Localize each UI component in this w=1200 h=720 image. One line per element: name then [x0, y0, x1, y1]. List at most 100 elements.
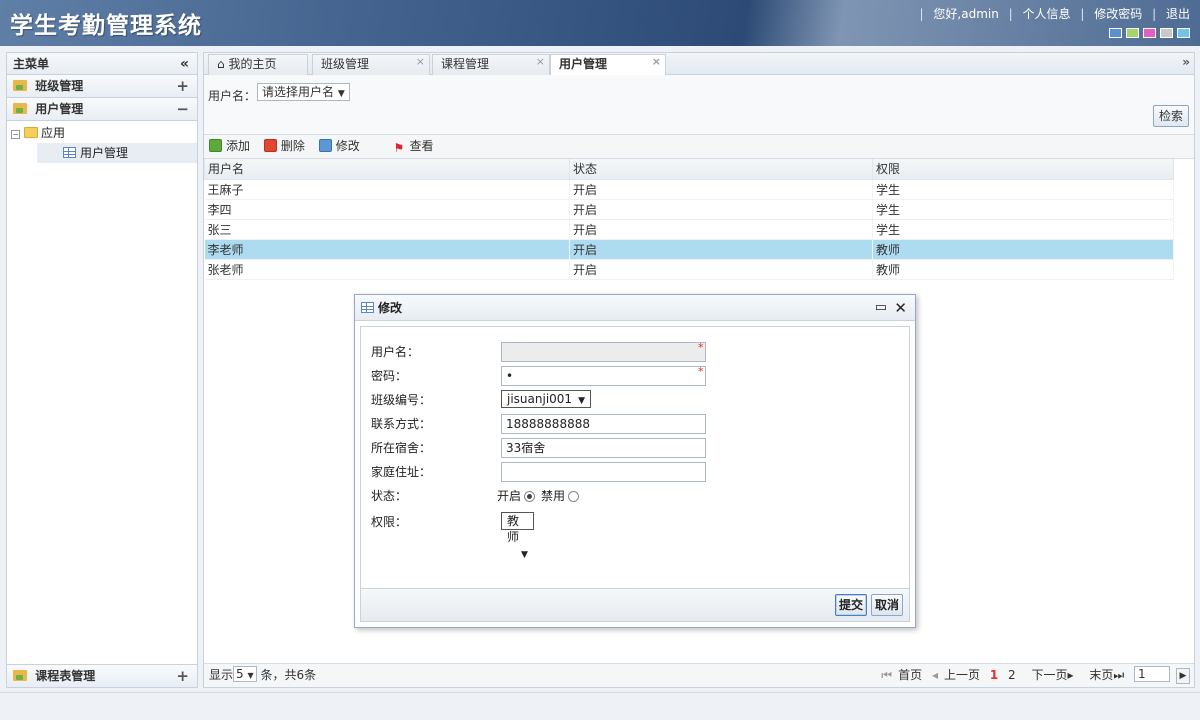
page-size-select[interactable]: 5 ▼	[233, 666, 257, 682]
theme-switcher	[1109, 28, 1190, 38]
close-icon[interactable]: ×	[652, 52, 661, 71]
first-page-label: 首页	[898, 668, 923, 682]
table-cell: 王麻子	[204, 179, 570, 200]
column-header[interactable]: 状态	[569, 159, 873, 180]
table-row[interactable]: 李四 开启 学生	[204, 199, 1174, 220]
folder-icon	[13, 103, 27, 114]
tree-node-user-management[interactable]: 用户管理	[37, 143, 197, 163]
theme-swatch-blue[interactable]	[1109, 28, 1122, 38]
column-header[interactable]: 用户名	[204, 159, 570, 180]
table-cell: 张三	[204, 219, 570, 240]
folder-icon	[13, 80, 27, 91]
select-value: 教师	[507, 514, 520, 544]
tree-collapse-icon[interactable]: −	[11, 130, 20, 139]
field-label: 联系方式：	[371, 417, 432, 431]
search-button[interactable]: 检索	[1152, 105, 1189, 127]
delete-button[interactable]: 删除	[263, 135, 305, 158]
table-cell: 张老师	[204, 259, 570, 280]
expand-icon[interactable]: +	[176, 665, 189, 687]
tab-course-management[interactable]: 课程管理 ×	[432, 54, 550, 75]
table-cell: 教师	[872, 259, 1174, 280]
username-select[interactable]: 请选择用户名 ▼	[257, 83, 350, 101]
edit-button[interactable]: 修改	[318, 135, 360, 158]
sidebar: 主菜单 « 班级管理 + 用户管理 − − 应用 用户管理 课程表管理 +	[6, 52, 198, 688]
role-select[interactable]: 教师▼	[501, 512, 534, 560]
delete-label: 删除	[280, 139, 305, 153]
status-off-radio[interactable]	[568, 491, 580, 502]
sidebar-group-schedule[interactable]: 课程表管理 +	[7, 664, 197, 687]
table-row[interactable]: 李老师 开启 教师	[204, 239, 1174, 260]
prev-page-button[interactable]: ◂ 上一页	[932, 668, 980, 682]
field-label: 班级编号：	[371, 393, 432, 407]
contact-input[interactable]: 18888888888	[501, 414, 706, 434]
change-password-link[interactable]: 修改密码	[1094, 7, 1142, 21]
pagination-bar: 显示 5 ▼ 条，共6条 ⏮ 首页 ◂ 上一页 1 2 下一页▸ 末页⏭ 1 ▶	[204, 663, 1194, 687]
grid-icon	[63, 147, 76, 158]
status-off-label: 禁用	[541, 489, 566, 503]
tab-class-management[interactable]: 班级管理 ×	[312, 54, 430, 75]
sidebar-header: 主菜单 «	[7, 53, 197, 75]
column-header[interactable]: 权限	[872, 159, 1174, 180]
sidebar-group-label: 课程表管理	[35, 669, 96, 683]
profile-link[interactable]: 个人信息	[1023, 7, 1071, 21]
sidebar-group-class[interactable]: 班级管理 +	[7, 75, 197, 98]
sidebar-group-user[interactable]: 用户管理 −	[7, 98, 197, 121]
table-row[interactable]: 王麻子 开启 学生	[204, 179, 1174, 200]
home-icon: ⌂	[217, 57, 225, 71]
add-icon	[209, 139, 222, 152]
dialog-body: 用户名： * 密码： • * 班级编号： jisuanji001 ▼ 联系方式： …	[360, 326, 910, 589]
last-page-button[interactable]: 末页⏭	[1083, 668, 1124, 682]
menu-tree: − 应用 用户管理	[7, 121, 197, 163]
address-input[interactable]	[501, 462, 706, 482]
table-cell: 教师	[872, 239, 1174, 260]
table-cell: 开启	[569, 179, 873, 200]
pager-show-label: 显示	[209, 668, 234, 682]
status-bar	[0, 692, 1200, 720]
tree-node-label: 用户管理	[80, 146, 129, 160]
view-button[interactable]: 查看	[394, 135, 434, 158]
table-cell: 开启	[569, 199, 873, 220]
collapse-icon[interactable]: −	[176, 98, 189, 120]
submit-button[interactable]: 提交	[835, 594, 868, 616]
table-row[interactable]: 张老师 开启 教师	[204, 259, 1174, 280]
logout-link[interactable]: 退出	[1166, 7, 1190, 21]
field-dorm: 所在宿舍： 33宿舍	[371, 438, 706, 458]
theme-swatch-green[interactable]	[1126, 28, 1139, 38]
cancel-button[interactable]: 取消	[871, 594, 904, 616]
tab-bar: ⌂ 我的主页 班级管理 × 课程管理 × 用户管理 × »	[204, 53, 1194, 76]
field-label: 密码：	[371, 369, 408, 383]
close-icon[interactable]: ✕	[894, 295, 907, 321]
theme-swatch-pink[interactable]	[1143, 28, 1156, 38]
collapse-sidebar-icon[interactable]: «	[180, 53, 189, 75]
field-label: 用户名：	[371, 345, 420, 359]
dropdown-arrow-icon: ▼	[578, 396, 585, 406]
theme-swatch-gray[interactable]	[1160, 28, 1173, 38]
table-cell: 开启	[569, 219, 873, 240]
page-number-input[interactable]: 1	[1134, 666, 1170, 682]
tab-scroll-icon[interactable]: »	[1182, 55, 1190, 69]
next-page-button[interactable]: 下一页▸	[1025, 668, 1073, 682]
close-icon[interactable]: ×	[536, 52, 545, 71]
theme-swatch-cyan[interactable]	[1177, 28, 1190, 38]
tree-node-app[interactable]: − 应用	[11, 123, 197, 143]
go-page-icon[interactable]: ▶	[1176, 668, 1190, 684]
field-contact: 联系方式： 18888888888	[371, 414, 706, 434]
dorm-input[interactable]: 33宿舍	[501, 438, 706, 458]
class-id-select[interactable]: jisuanji001 ▼	[501, 390, 591, 408]
page-1-link[interactable]: 1	[990, 668, 998, 682]
table-cell: 学生	[872, 199, 1174, 220]
password-input[interactable]: •	[501, 366, 706, 386]
table-cell: 学生	[872, 219, 1174, 240]
first-page-button[interactable]: ⏮ 首页	[881, 668, 922, 682]
close-icon[interactable]: ×	[416, 52, 425, 71]
tab-home[interactable]: ⌂ 我的主页	[208, 54, 308, 75]
add-button[interactable]: 添加	[209, 135, 250, 158]
status-on-radio[interactable]	[524, 491, 536, 502]
page-2-link[interactable]: 2	[1008, 668, 1016, 682]
maximize-icon[interactable]: ▭	[875, 295, 887, 321]
tab-user-management[interactable]: 用户管理 ×	[550, 54, 666, 76]
expand-icon[interactable]: +	[176, 75, 189, 97]
table-row[interactable]: 张三 开启 学生	[204, 219, 1174, 240]
username-input[interactable]	[501, 342, 706, 362]
grid-icon	[361, 302, 374, 313]
